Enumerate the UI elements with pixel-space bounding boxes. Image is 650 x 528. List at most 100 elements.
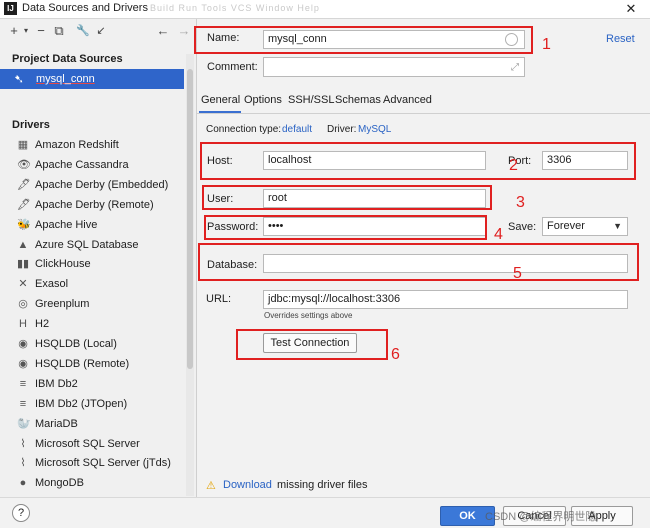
driver-item[interactable]: ▮▮ ClickHouse <box>0 255 184 275</box>
driver-label: Exasol <box>35 278 69 291</box>
driver-item[interactable]: ▦ Amazon Redshift <box>0 136 184 156</box>
mongodb-icon: ● <box>19 477 27 490</box>
annotation-number-5: 5 <box>513 265 522 282</box>
intellij-app-icon: IJ <box>4 2 17 15</box>
hsqldb-icon: ◉ <box>18 357 28 370</box>
comment-input[interactable]: ⤢ <box>263 57 525 77</box>
tab-advanced[interactable]: Advanced <box>383 94 432 106</box>
driver-label: MongoDB <box>35 477 84 490</box>
mssql-icon: ⌇ <box>20 457 26 470</box>
save-label: Save: <box>508 221 537 233</box>
driver-label: Microsoft SQL Server <box>35 437 140 450</box>
warning-icon: ⚠ <box>206 480 216 492</box>
driver-item[interactable]: ⌇ Microsoft SQL Server (jTds) <box>0 454 184 474</box>
annotation-box-1 <box>194 26 533 54</box>
tab-options[interactable]: Options <box>244 94 282 106</box>
back-arrow-icon[interactable]: ← <box>155 23 171 39</box>
clickhouse-icon: ▮▮ <box>17 258 30 271</box>
download-message: missing driver files <box>277 479 368 491</box>
driver-label: MariaDB <box>35 417 78 430</box>
driver-label: Apache Cassandra <box>35 158 129 171</box>
add-dropdown-icon[interactable]: ▾ <box>18 23 34 39</box>
help-button[interactable]: ? <box>12 504 30 522</box>
driver-label: Microsoft SQL Server (jTds) <box>35 457 171 470</box>
driver-label: ClickHouse <box>35 258 91 271</box>
driver-item[interactable]: H H2 <box>0 315 184 335</box>
save-select-value: Forever <box>547 220 585 232</box>
annotation-number-6: 6 <box>391 346 400 363</box>
drivers-title: Drivers <box>12 119 50 131</box>
driver-item[interactable]: 🖋 Apache Derby (Remote) <box>0 196 184 216</box>
driver-link[interactable]: MySQL <box>358 124 391 135</box>
left-panel: + ▾ − ⧉ 🔧 ↙ ← → Project Data Sources ➷ m… <box>0 19 197 497</box>
driver-label: Greenplum <box>35 298 90 311</box>
driver-label: Amazon Redshift <box>35 139 119 151</box>
watermark: CSDN @编程界明世隐 <box>485 511 597 523</box>
ibm-icon: ≡ <box>19 397 27 410</box>
driver-label: HSQLDB (Local) <box>35 338 117 350</box>
scrollbar-thumb[interactable] <box>187 69 193 369</box>
driver-item[interactable]: 👁 Apache Cassandra <box>0 156 184 176</box>
annotation-number-2: 2 <box>509 157 518 174</box>
cassandra-icon: 👁 <box>17 158 31 171</box>
annotation-box-4 <box>204 215 487 240</box>
url-hint: Overrides settings above <box>264 311 353 320</box>
tab-general[interactable]: General <box>201 94 240 106</box>
right-panel: Name: mysql_conn Reset Comment: ⤢ Genera… <box>194 19 650 497</box>
annotation-box-6 <box>236 329 388 360</box>
driver-item[interactable]: ✕ Exasol <box>0 275 184 295</box>
driver-label: IBM Db2 <box>35 377 78 390</box>
driver-item[interactable]: 🐝 Apache Hive <box>0 216 184 236</box>
driver-item[interactable]: ◎ Greenplum <box>0 295 184 315</box>
annotation-number-4: 4 <box>494 226 503 243</box>
driver-label: Driver: <box>327 124 357 135</box>
driver-item[interactable]: ▲ Azure SQL Database <box>0 236 184 256</box>
save-select[interactable]: Forever ▼ <box>542 217 628 236</box>
driver-item[interactable]: 🖋 Apache Derby (Embedded) <box>0 176 184 196</box>
annotation-box-5 <box>198 243 639 281</box>
azure-icon: ▲ <box>17 238 29 251</box>
data-source-item-selected[interactable]: ➷ mysql_conn <box>0 69 184 89</box>
wrench-icon[interactable]: 🔧 <box>75 23 91 39</box>
ibm-icon: ≡ <box>19 377 27 390</box>
driver-label: Azure SQL Database <box>35 238 139 251</box>
h2-icon: H <box>19 318 27 331</box>
tab-schemas[interactable]: Schemas <box>335 94 381 106</box>
redshift-icon: ▦ <box>17 139 29 151</box>
driver-label: Apache Derby (Embedded) <box>35 178 169 191</box>
exasol-icon: ✕ <box>18 278 28 291</box>
annotation-box-2 <box>200 142 636 180</box>
bottom-bar: ? OK Cancel Apply CSDN @编程界明世隐 <box>0 497 650 528</box>
mariadb-icon: 🦭 <box>17 417 31 430</box>
comment-label: Comment: <box>207 61 258 73</box>
forward-arrow-icon[interactable]: → <box>176 23 192 39</box>
annotation-number-1: 1 <box>542 36 551 53</box>
close-icon[interactable]: ✕ <box>618 0 644 17</box>
driver-item[interactable]: ◉ HSQLDB (Local) <box>0 335 184 355</box>
chevron-down-icon: ▼ <box>613 221 622 231</box>
greenplum-icon: ◎ <box>18 298 28 311</box>
driver-item[interactable]: ◉ HSQLDB (Remote) <box>0 355 184 375</box>
duplicate-icon[interactable]: ⧉ <box>51 23 67 39</box>
driver-item[interactable]: ● MongoDB <box>0 474 184 494</box>
download-link[interactable]: Download <box>223 479 272 491</box>
driver-label: H2 <box>35 318 50 331</box>
derby-icon: 🖋 <box>17 198 31 211</box>
reset-link[interactable]: Reset <box>606 33 635 45</box>
driver-item[interactable]: 🦭 MariaDB <box>0 415 184 435</box>
import-icon[interactable]: ↙ <box>93 23 109 39</box>
tab-ssh-ssl[interactable]: SSH/SSL <box>288 94 334 106</box>
annotation-box-3 <box>202 185 492 210</box>
mysql-dolphin-icon: ➷ <box>14 72 25 86</box>
url-input[interactable]: jdbc:mysql://localhost:3306 <box>263 290 628 309</box>
connection-type-link[interactable]: default <box>282 124 312 135</box>
expand-icon[interactable]: ⤢ <box>511 60 519 76</box>
driver-label: Apache Hive <box>35 218 98 231</box>
remove-icon[interactable]: − <box>33 23 49 39</box>
driver-label: Apache Derby (Remote) <box>35 198 154 211</box>
derby-icon: 🖋 <box>17 178 31 191</box>
driver-item[interactable]: ≡ IBM Db2 (JTOpen) <box>0 395 184 415</box>
driver-item[interactable]: ⌇ Microsoft SQL Server <box>0 435 184 455</box>
driver-item[interactable]: ≡ IBM Db2 <box>0 375 184 395</box>
annotation-number-3: 3 <box>516 194 525 211</box>
